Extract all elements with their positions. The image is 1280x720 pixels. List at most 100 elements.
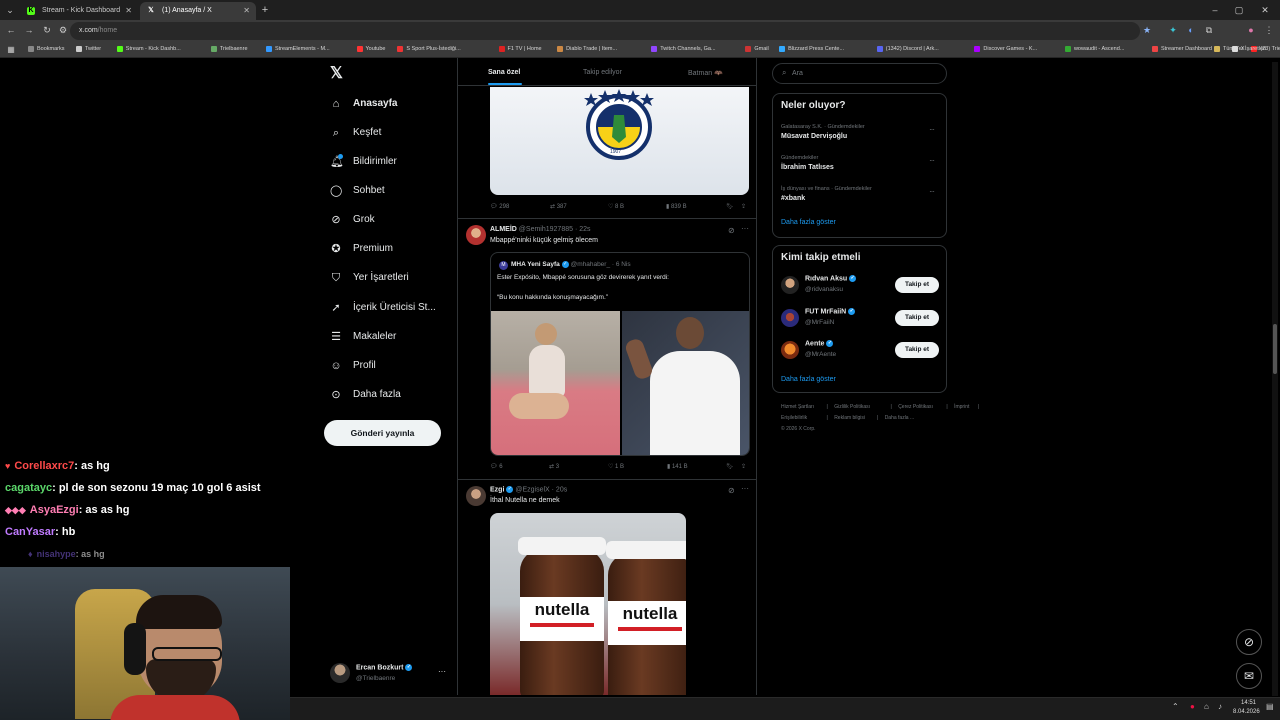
avatar[interactable] (466, 486, 486, 506)
bookmark-icon[interactable]: 🔖︎ (726, 463, 734, 470)
account-switcher[interactable]: Ercan Bozkurt ✓ @Trielbaenre ··· (324, 660, 450, 688)
follow-suggestion-name[interactable]: Rıdvan Aksu ✓ (805, 275, 857, 282)
tab-for-you[interactable]: Sana özel (488, 69, 520, 76)
nav-item-person[interactable]: ☺ Profil (330, 355, 375, 377)
quote-photo-right[interactable] (622, 311, 749, 455)
more-dots-icon[interactable]: ··· (438, 667, 446, 676)
author-name[interactable]: ALMEİD (490, 226, 517, 233)
reload-icon[interactable]: ↻ (40, 23, 54, 37)
bookmark-item[interactable]: Gmail (745, 44, 769, 55)
nav-item-home[interactable]: ⌂ Anasayfa (330, 93, 398, 115)
footer-link[interactable]: Daha fazla ... (885, 415, 914, 421)
window-close-icon[interactable]: ✕ (1258, 3, 1272, 17)
more-dots-icon[interactable]: ··· (741, 484, 749, 493)
x-logo-icon[interactable]: 𝕏 (330, 65, 346, 83)
more-dots-icon[interactable]: ··· (929, 125, 935, 134)
author-name[interactable]: Ezgi (490, 486, 504, 493)
more-dots-icon[interactable]: ··· (929, 156, 935, 165)
quoted-post[interactable]: M MHA Yeni Sayfa ✓ @mhahaber_ · 6 Nis Est… (490, 252, 750, 456)
trend-item[interactable]: #xbank (781, 195, 805, 202)
footer-link[interactable]: Çerez Politikası (898, 404, 933, 410)
more-dots-icon[interactable]: ··· (741, 224, 749, 233)
mic-icon[interactable]: ● (1190, 702, 1195, 711)
all-bookmarks[interactable]: Tüm Yer İşaretleri (1214, 44, 1266, 55)
close-icon[interactable]: ✕ (125, 2, 132, 20)
bookmark-item[interactable]: Discover Games - K... (974, 44, 1037, 55)
url-input[interactable]: x.com/home (70, 22, 1140, 40)
share-icon[interactable]: ⇪ (741, 463, 746, 470)
tab-list-chevron-icon[interactable]: ⌄ (3, 3, 17, 17)
bookmark-item[interactable]: StreamElements - M... (265, 44, 330, 55)
follow-button[interactable]: Takip et (895, 310, 939, 326)
close-icon[interactable]: ✕ (243, 2, 250, 20)
post-button[interactable]: Gönderi yayınla (324, 420, 441, 446)
share-icon[interactable]: ⇪ (741, 203, 746, 210)
footer-link[interactable]: Reklam bilgisi (834, 415, 865, 421)
bookmark-item[interactable]: S Sport Plus-İstediği... (397, 44, 461, 55)
new-tab-icon[interactable]: + (258, 3, 272, 17)
like-button[interactable]: ♡ 1 B (608, 463, 624, 470)
speaker-icon[interactable]: ♪ (1218, 702, 1222, 711)
reply-button[interactable]: 💬︎ 6 (490, 463, 503, 470)
clock-date[interactable]: 8.04.2026 (1233, 709, 1260, 715)
bookmark-item[interactable]: Diablo Trade | Item... (557, 44, 617, 55)
bookmark-item[interactable]: Bookmarks (28, 44, 65, 55)
tab-kick-dashboard[interactable]: K Stream - Kick Dashboard ✕ (20, 2, 138, 20)
author-handle[interactable]: @Semih1927885 (519, 226, 573, 233)
nav-item-search[interactable]: ⌕ Keşfet (330, 122, 381, 144)
bookmark-item[interactable]: Twitter (75, 44, 101, 55)
follow-suggestion-name[interactable]: FUT MrFaiiN ✓ (805, 308, 856, 315)
avatar[interactable] (466, 225, 486, 245)
nav-item-article[interactable]: ☰ Makaleler (330, 326, 396, 348)
bookmark-item[interactable]: Stream - Kick Dashb... (116, 44, 181, 55)
post-image-nutella[interactable]: nutella nutella (490, 513, 686, 695)
footer-link[interactable]: Gizlilik Politikası (834, 404, 870, 410)
grok-icon[interactable]: ⊘ (728, 486, 735, 495)
forward-arrow-icon[interactable]: → (22, 23, 36, 37)
like-button[interactable]: ♡ 8 B (608, 203, 624, 210)
avatar[interactable] (781, 341, 799, 359)
extension-icon[interactable]: ◐ (1184, 23, 1198, 37)
back-arrow-icon[interactable]: ← (4, 23, 18, 37)
bookmark-item[interactable]: Trielbaenre (210, 44, 248, 55)
bookmark-item[interactable]: F1 TV | Home (498, 44, 542, 55)
nav-item-grok[interactable]: ⊘ Grok (330, 209, 374, 231)
messages-icon[interactable]: ✉ (1236, 663, 1262, 689)
minimize-icon[interactable]: – (1208, 3, 1222, 17)
bookmark-item[interactable]: Twitch Channels, Ga... (651, 44, 716, 55)
post-time[interactable]: 22s (579, 226, 590, 233)
profile-avatar-icon[interactable]: ● (1244, 23, 1258, 37)
nav-item-rocket[interactable]: ➚ İçerik Üreticisi St... (330, 297, 435, 319)
maximize-icon[interactable]: ▢ (1232, 3, 1246, 17)
bookmark-icon[interactable]: 🔖︎ (726, 203, 734, 210)
bookmark-item[interactable]: (1342) Discord | Ark... (876, 44, 939, 55)
follow-suggestion-name[interactable]: Aente ✓ (805, 340, 834, 347)
nav-item-bookmark[interactable]: ⛉ Yer İşaretleri (330, 267, 409, 289)
star-icon[interactable]: ★ (1140, 23, 1154, 37)
footer-link[interactable]: Erişilebilirlik (781, 415, 807, 421)
more-dots-icon[interactable]: ··· (929, 187, 935, 196)
nav-item-premium[interactable]: ✪ Premium (330, 238, 393, 260)
follow-button[interactable]: Takip et (895, 342, 939, 358)
author-handle[interactable]: @EzgiselX (515, 486, 549, 493)
post-image-fenerbahce[interactable]: 1907 (490, 87, 749, 195)
trend-item[interactable]: Müsavat Dervişoğlu (781, 133, 847, 140)
bookmark-item[interactable]: Youtube (356, 44, 386, 55)
bookmark-item[interactable]: wowaudit - Ascend... (1064, 44, 1124, 55)
bookmark-item[interactable]: Blizzard Press Cente... (779, 44, 844, 55)
nav-item-more-circle[interactable]: ⊙ Daha fazla (330, 384, 400, 406)
page-scrollbar[interactable] (1272, 62, 1278, 696)
avatar[interactable] (781, 309, 799, 327)
search-input[interactable]: ⌕ Ara (772, 63, 947, 84)
avatar[interactable] (781, 276, 799, 294)
nav-item-bell[interactable]: 🔔︎ Bildirimler (330, 151, 397, 173)
repost-button[interactable]: ⇄ 387 (550, 203, 567, 210)
scrollbar-thumb[interactable] (1273, 324, 1277, 374)
reply-button[interactable]: 💬︎ 298 (490, 203, 509, 210)
quote-photo-left[interactable] (491, 311, 620, 455)
follow-show-more[interactable]: Daha fazla göster (781, 376, 836, 383)
post-time[interactable]: 20s (556, 486, 567, 493)
clock-time[interactable]: 14:51 (1241, 700, 1256, 706)
site-info-icon[interactable]: ⚙ (56, 23, 70, 37)
footer-link[interactable]: © 2026 X Corp. (781, 426, 816, 432)
